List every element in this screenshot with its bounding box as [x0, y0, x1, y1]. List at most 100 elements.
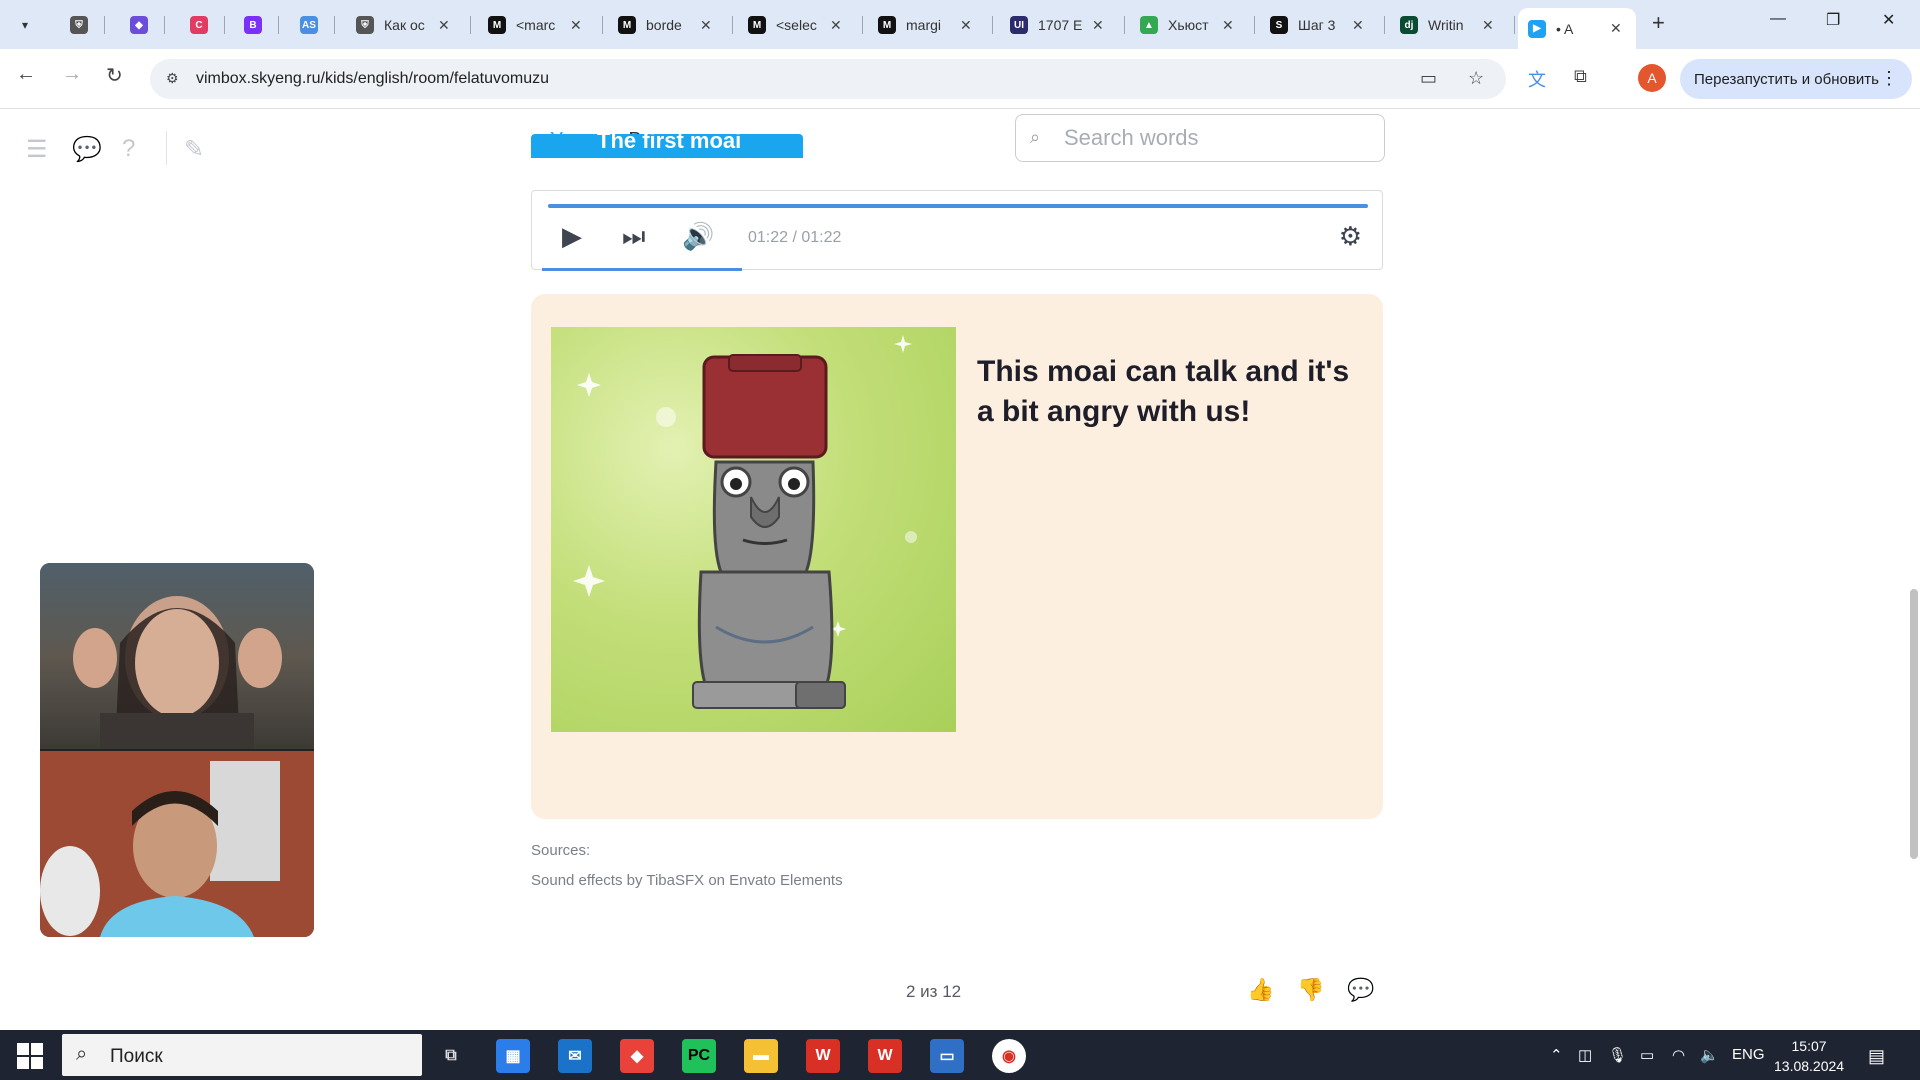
player-settings-icon[interactable]: ⚙ [1339, 221, 1362, 252]
close-tab-icon[interactable]: ✕ [1222, 17, 1234, 34]
minimize-icon[interactable]: — [1770, 10, 1786, 28]
thumbs-up-icon[interactable]: 👍 [1247, 977, 1274, 1003]
volume-icon[interactable]: 🔊 [682, 221, 714, 252]
close-tab-icon[interactable]: ✕ [960, 17, 972, 34]
browser-tab[interactable]: ▶ • A ✕ [1518, 8, 1636, 49]
anydesk-icon[interactable]: ◆ [620, 1039, 654, 1073]
tab-separator [862, 16, 863, 34]
search-input[interactable] [1064, 123, 1364, 153]
close-tab-icon[interactable]: ✕ [1482, 17, 1494, 34]
participant-2-image [40, 751, 314, 937]
browser-tab[interactable]: ◆ [120, 8, 160, 42]
skip-next-icon[interactable]: ⏭ [622, 221, 645, 253]
language-indicator[interactable]: ENG [1732, 1046, 1765, 1063]
volume-tray-icon[interactable]: 🔈 [1700, 1046, 1719, 1064]
browser-tab[interactable]: ⛨ [60, 8, 100, 42]
wps-office-icon[interactable]: W [806, 1039, 840, 1073]
camera-tray-icon[interactable]: ◫ [1578, 1046, 1592, 1064]
search-icon: ⌕ [1030, 127, 1041, 147]
browser-tab[interactable]: ▲ Хьюст ✕ [1130, 8, 1250, 42]
taskbar-search[interactable]: ⌕ Поиск [62, 1034, 422, 1076]
close-tab-icon[interactable]: ✕ [830, 17, 842, 34]
browser-tab[interactable]: Mmargi ✕ [868, 8, 988, 42]
restore-icon[interactable]: ❐ [1826, 10, 1840, 30]
browser-tab[interactable]: M <marc ✕ [478, 8, 598, 42]
browser-toolbar: ← → ↻ ⚙ vimbox.skyeng.ru/kids/english/ro… [0, 49, 1920, 109]
window-app-icon[interactable]: ▭ [930, 1039, 964, 1073]
tab-separator [992, 16, 993, 34]
play-icon: ▶ [1528, 19, 1546, 38]
more-menu-icon[interactable]: ⋮ [1880, 68, 1898, 89]
taskbar-clock[interactable]: 15:07 13.08.2024 [1774, 1036, 1844, 1076]
wps-writer-icon[interactable]: W [868, 1039, 902, 1073]
page-scrollbar[interactable] [1908, 139, 1920, 919]
close-window-icon[interactable]: ✕ [1882, 10, 1895, 30]
tab-search-dropdown-icon[interactable]: ▾ [10, 10, 40, 40]
tray-expand-icon[interactable]: ⌃ [1550, 1046, 1563, 1064]
browser-tab-label: Хьюст [1168, 17, 1209, 33]
cast-video-icon[interactable]: ▭ [1420, 68, 1437, 89]
browser-tab[interactable]: dj Writin ✕ [1390, 8, 1510, 42]
sources-text: Sound effects by TibaSFX on Envato Eleme… [531, 872, 843, 889]
notifications-icon[interactable]: ▤ [1868, 1046, 1885, 1067]
participant-video-1 [40, 563, 314, 753]
bookmark-star-icon[interactable]: ☆ [1468, 68, 1484, 89]
notes-icon[interactable]: ✎ [184, 135, 204, 164]
chrome-icon[interactable]: ◉ [992, 1039, 1026, 1073]
browser-tab[interactable]: UI 1707 E ✕ [1000, 8, 1120, 42]
page-counter: 2 из 12 [906, 982, 962, 1001]
close-tab-icon[interactable]: ✕ [570, 17, 582, 34]
windows-taskbar: ⌕ Поиск ⧉ ▦ ✉ ◆ PC ▬ W W ▭ ◉ ⌃ ◫ 🎙 ▭ ◠ 🔈… [0, 1030, 1920, 1080]
mail-icon[interactable]: ✉ [558, 1039, 592, 1073]
audio-progress-bar[interactable] [548, 204, 1368, 208]
file-explorer-icon[interactable]: ▬ [744, 1039, 778, 1073]
browser-tab[interactable]: ⛨ Как ос ✕ [346, 8, 466, 42]
close-tab-icon[interactable]: ✕ [1092, 17, 1104, 34]
scrollbar-thumb[interactable] [1910, 589, 1918, 859]
as-icon: AS [300, 16, 318, 34]
url-text[interactable]: vimbox.skyeng.ru/kids/english/room/felat… [196, 70, 549, 88]
browser-tab[interactable]: B [234, 8, 274, 42]
close-tab-icon[interactable]: ✕ [1352, 17, 1364, 34]
video-call-panel[interactable] [40, 563, 314, 937]
browser-tab[interactable]: M <selec ✕ [738, 8, 858, 42]
section-heading-text: The first moai [597, 134, 742, 153]
task-view-icon[interactable]: ⧉ [434, 1039, 468, 1073]
windows-start-icon[interactable] [16, 1042, 44, 1070]
layers-icon: ◆ [130, 16, 148, 34]
reload-icon[interactable]: ↻ [106, 63, 123, 88]
browser-tab[interactable]: AS [290, 8, 330, 42]
close-tab-icon[interactable]: ✕ [700, 17, 712, 34]
translate-icon[interactable]: 文 [1528, 66, 1546, 92]
close-tab-icon[interactable]: ✕ [1610, 20, 1622, 37]
relaunch-update-button[interactable]: Перезапустить и обновить ⋮ [1680, 59, 1912, 99]
site-info-icon[interactable]: ⚙ [166, 70, 179, 87]
close-tab-icon[interactable]: ✕ [438, 17, 450, 34]
browser-tab[interactable]: C [180, 8, 220, 42]
store-icon[interactable]: ▦ [496, 1039, 530, 1073]
toolbar-divider [166, 131, 167, 165]
pycharm-icon[interactable]: PC [682, 1039, 716, 1073]
back-icon[interactable]: ← [16, 63, 36, 86]
audio-progress-fill [548, 204, 1368, 208]
extensions-icon[interactable]: ⧉ [1574, 66, 1587, 87]
relaunch-label: Перезапустить и обновить [1694, 70, 1879, 88]
menu-icon[interactable]: ☰ [26, 135, 48, 164]
profile-avatar[interactable]: A [1638, 64, 1666, 92]
thumbs-down-icon[interactable]: 👎 [1297, 977, 1324, 1003]
battery-icon[interactable]: ▭ [1640, 1046, 1654, 1064]
clock-date: 13.08.2024 [1774, 1058, 1845, 1074]
search-words-box[interactable]: ⌕ [1015, 114, 1385, 162]
chat-icon[interactable]: 💬 [72, 135, 102, 164]
new-tab-button[interactable]: + [1652, 10, 1665, 36]
forward-icon[interactable]: → [62, 63, 82, 86]
wifi-icon[interactable]: ◠ [1672, 1046, 1685, 1064]
address-bar[interactable]: ⚙ vimbox.skyeng.ru/kids/english/room/fel… [150, 59, 1506, 99]
play-icon[interactable]: ▶ [562, 221, 582, 252]
browser-tab-label: Как ос [384, 17, 425, 33]
help-icon[interactable]: ? [122, 135, 135, 163]
browser-tab[interactable]: S Шаг 3 ✕ [1260, 8, 1380, 42]
microphone-icon[interactable]: 🎙 [1608, 1046, 1627, 1064]
browser-tab[interactable]: Mborde ✕ [608, 8, 728, 42]
comment-icon[interactable]: 💬 [1347, 977, 1374, 1003]
